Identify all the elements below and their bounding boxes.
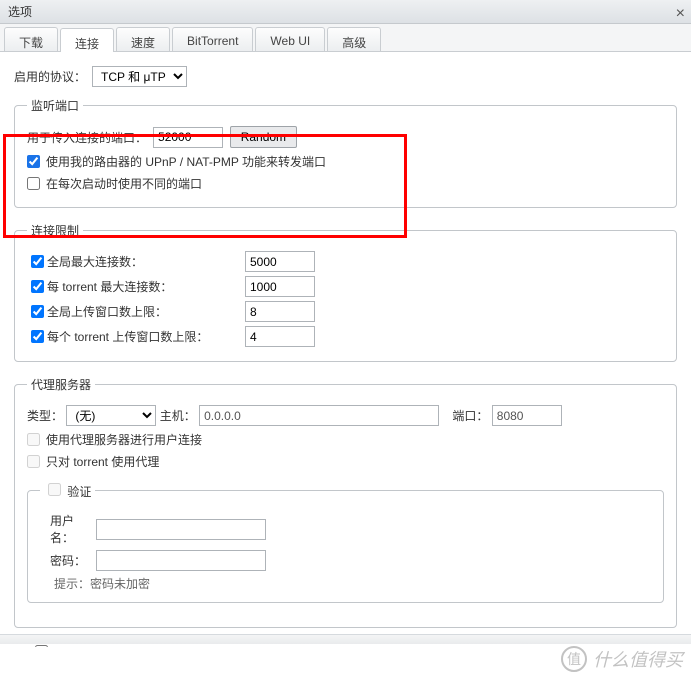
- watermark-icon: 值: [561, 646, 587, 672]
- random-on-start-checkbox[interactable]: [27, 177, 40, 190]
- proxy-auth-legend-label: 验证: [67, 485, 91, 499]
- proxy-user-input[interactable]: [96, 519, 266, 540]
- incoming-port-label: 用于传入连接的端口：: [27, 129, 147, 146]
- tab-bar: 下载 连接 速度 BitTorrent Web UI 高级: [0, 24, 691, 52]
- proxy-port-input[interactable]: [492, 405, 562, 426]
- proxy-pass-hint: 提示：密码未加密: [54, 575, 651, 592]
- watermark: 值 什么值得买: [561, 646, 683, 672]
- proxy-peer-label: 使用代理服务器进行用户连接: [46, 431, 202, 448]
- proxy-type-label: 类型：: [27, 407, 63, 424]
- proxy-auth-legend: 验证: [40, 480, 95, 500]
- tab-webui[interactable]: Web UI: [255, 27, 325, 51]
- tab-speed[interactable]: 速度: [116, 27, 170, 51]
- proxy-auth-checkbox[interactable]: [48, 483, 61, 496]
- proxy-legend: 代理服务器: [27, 376, 95, 393]
- watermark-text: 什么值得买: [593, 646, 683, 672]
- global-max-conn-label: 全局最大连接数：: [47, 253, 237, 270]
- per-torrent-upload-slots-label: 每个 torrent 上传窗口数上限：: [47, 328, 237, 345]
- upnp-label: 使用我的路由器的 UPnP / NAT-PMP 功能来转发端口: [46, 153, 326, 170]
- global-max-conn-input[interactable]: [245, 251, 315, 272]
- tab-download[interactable]: 下载: [4, 27, 58, 51]
- protocol-label: 启用的协议：: [14, 68, 86, 85]
- per-torrent-max-conn-input[interactable]: [245, 276, 315, 297]
- proxy-group: 代理服务器 类型： (无) 主机： 端口： 使用代理服务器进行用户连接 只对 t…: [14, 376, 677, 628]
- proxy-type-select[interactable]: (无): [66, 405, 156, 426]
- proxy-peer-checkbox[interactable]: [27, 433, 40, 446]
- close-icon[interactable]: ×: [676, 2, 685, 26]
- tab-advanced[interactable]: 高级: [327, 27, 381, 51]
- listen-port-legend: 监听端口: [27, 97, 83, 114]
- content-pane: 启用的协议： TCP 和 μTP 监听端口 用于传入连接的端口： Random …: [0, 52, 691, 647]
- per-torrent-max-conn-label: 每 torrent 最大连接数：: [47, 278, 237, 295]
- per-torrent-max-conn-checkbox[interactable]: [31, 280, 44, 293]
- global-max-conn-checkbox[interactable]: [31, 255, 44, 268]
- proxy-port-label: 端口：: [452, 407, 488, 424]
- upnp-checkbox[interactable]: [27, 155, 40, 168]
- proxy-only-torrent-label: 只对 torrent 使用代理: [46, 453, 159, 470]
- proxy-auth-group: 验证 用户名： 密码： 提示：密码未加密: [27, 480, 664, 603]
- window-titlebar: 选项 ×: [0, 0, 691, 24]
- global-upload-slots-label: 全局上传窗口数上限：: [47, 303, 237, 320]
- global-upload-slots-input[interactable]: [245, 301, 315, 322]
- proxy-host-label: 主机：: [160, 407, 196, 424]
- global-upload-slots-checkbox[interactable]: [31, 305, 44, 318]
- bottom-bar: [0, 634, 691, 644]
- per-torrent-upload-slots-input[interactable]: [245, 326, 315, 347]
- ip-filter-checkbox[interactable]: [35, 645, 48, 647]
- tab-bittorrent[interactable]: BitTorrent: [172, 27, 253, 51]
- protocol-select[interactable]: TCP 和 μTP: [92, 66, 187, 87]
- incoming-port-input[interactable]: [153, 127, 223, 148]
- proxy-host-input[interactable]: [199, 405, 439, 426]
- proxy-pass-input[interactable]: [96, 550, 266, 571]
- proxy-user-label: 用户名：: [50, 512, 96, 546]
- proxy-pass-label: 密码：: [50, 552, 96, 569]
- listen-port-group: 监听端口 用于传入连接的端口： Random 使用我的路由器的 UPnP / N…: [14, 97, 677, 208]
- per-torrent-upload-slots-checkbox[interactable]: [31, 330, 44, 343]
- random-port-button[interactable]: Random: [230, 126, 297, 148]
- tab-connection[interactable]: 连接: [60, 28, 114, 52]
- connection-limits-legend: 连接限制: [27, 222, 83, 239]
- connection-limits-group: 连接限制 全局最大连接数： 每 torrent 最大连接数： 全局上传窗口数上限…: [14, 222, 677, 362]
- random-on-start-label: 在每次启动时使用不同的端口: [46, 175, 202, 192]
- proxy-only-torrent-checkbox[interactable]: [27, 455, 40, 468]
- window-title: 选项: [8, 5, 32, 19]
